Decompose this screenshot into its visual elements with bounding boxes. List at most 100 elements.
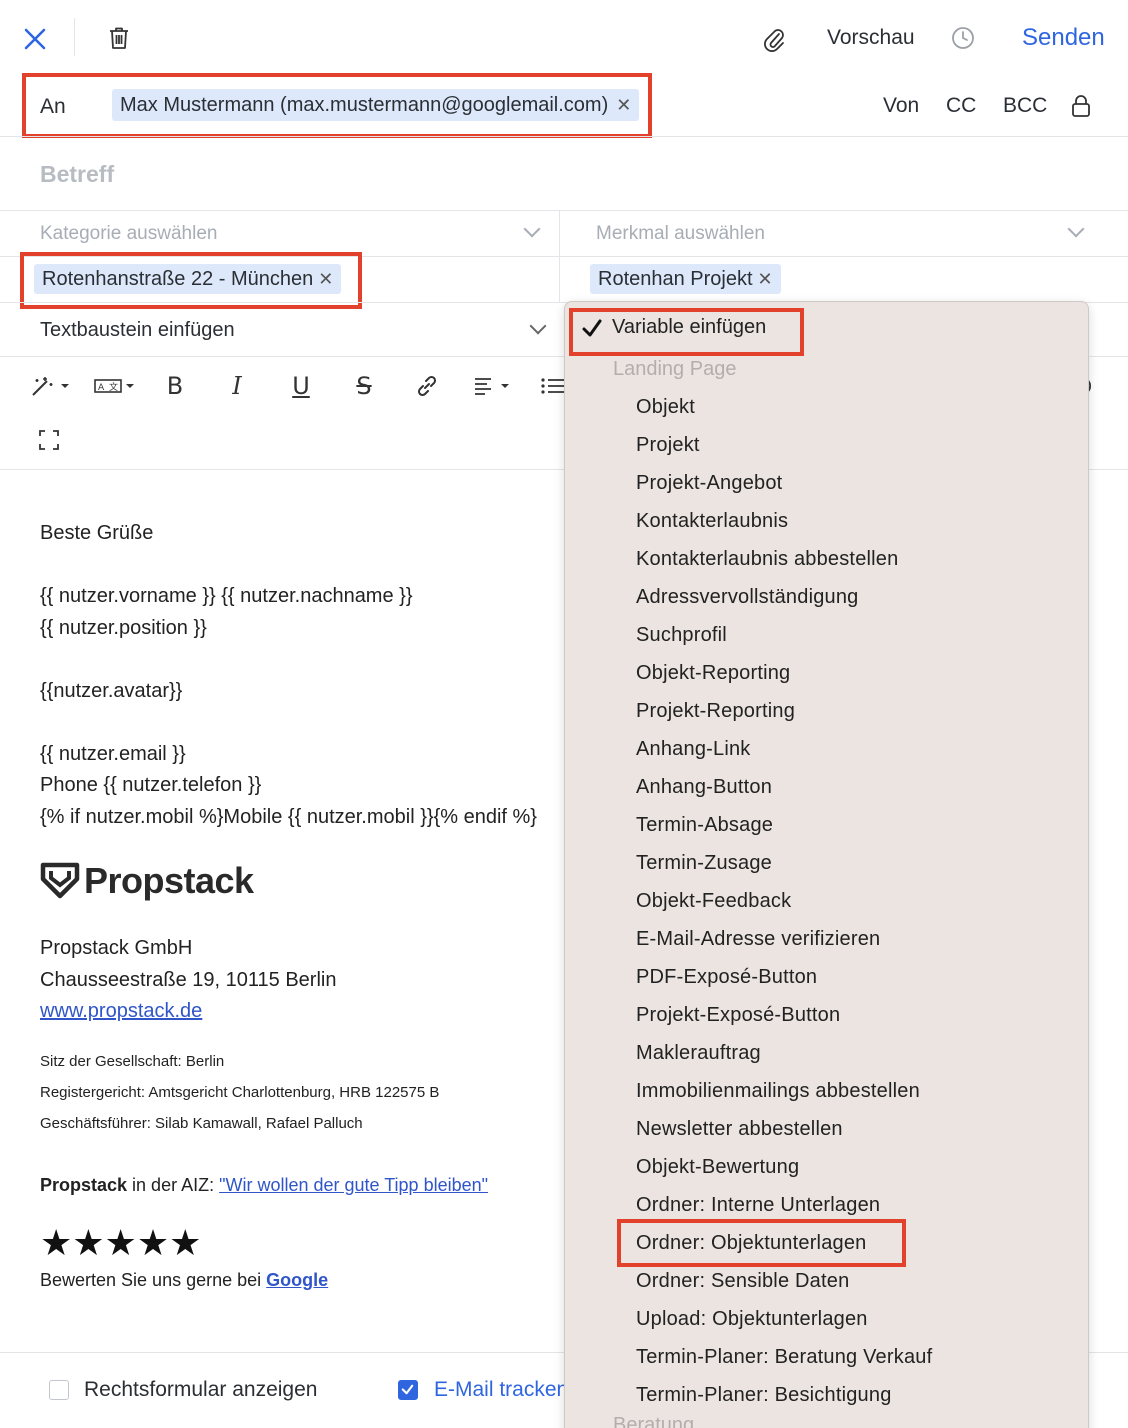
bcc-button[interactable]: BCC xyxy=(1003,94,1047,118)
dropdown-item[interactable]: Objekt-Reporting xyxy=(636,662,790,685)
legal-form-checkbox[interactable] xyxy=(49,1380,69,1400)
dropdown-item[interactable]: Termin-Planer: Besichtigung xyxy=(636,1384,892,1407)
underline-button[interactable]: U xyxy=(286,368,316,404)
dropdown-item[interactable]: Projekt xyxy=(636,434,700,457)
dropdown-item[interactable]: E-Mail-Adresse verifizieren xyxy=(636,928,880,951)
link-icon[interactable] xyxy=(410,368,444,404)
preview-button[interactable]: Vorschau xyxy=(827,26,915,50)
dropdown-group-label: Landing Page xyxy=(613,358,737,380)
dropdown-item[interactable]: Projekt-Exposé-Button xyxy=(636,1004,840,1027)
dropdown-item[interactable]: Objekt-Feedback xyxy=(636,890,791,913)
italic-button[interactable]: I xyxy=(222,368,252,404)
dropdown-item[interactable]: Adressvervollständigung xyxy=(636,586,859,609)
remove-recipient-icon[interactable]: ✕ xyxy=(616,95,631,116)
dropdown-item[interactable]: Immobilienmailings abbestellen xyxy=(636,1080,920,1103)
bullet-list-icon[interactable] xyxy=(538,368,564,404)
dropdown-item[interactable]: Anhang-Button xyxy=(636,776,772,799)
dropdown-item[interactable]: PDF-Exposé-Button xyxy=(636,966,817,989)
dropdown-header[interactable]: Variable einfügen xyxy=(581,316,766,339)
dropdown-item[interactable]: Projekt-Reporting xyxy=(636,700,795,723)
bold-button[interactable]: B xyxy=(160,368,190,404)
company-register: Registergericht: Amtsgericht Charlottenb… xyxy=(40,1083,440,1101)
translate-icon[interactable]: A文 xyxy=(92,368,138,404)
dropdown-item[interactable]: Objekt xyxy=(636,396,695,419)
signature-name: {{ nutzer.vorname }} {{ nutzer.nachname … xyxy=(40,585,413,607)
chevron-down-icon xyxy=(523,220,541,238)
website-link[interactable]: www.propstack.de xyxy=(40,1000,202,1022)
category-chip-label: Rotenhanstraße 22 - München xyxy=(42,267,314,290)
propstack-logo-text: Propstack xyxy=(84,860,254,902)
svg-text:文: 文 xyxy=(109,381,118,393)
dropdown-item[interactable]: Objekt-Bewertung xyxy=(636,1156,799,1179)
from-button[interactable]: Von xyxy=(883,94,919,118)
variable-dropdown[interactable]: Variable einfügen Landing Page Objekt Pro… xyxy=(564,301,1089,1428)
remove-category-icon[interactable]: ✕ xyxy=(318,269,333,290)
dropdown-item[interactable]: Upload: Objektunterlagen xyxy=(636,1308,868,1331)
close-icon[interactable] xyxy=(18,22,52,56)
company-seat: Sitz der Gesellschaft: Berlin xyxy=(40,1052,225,1070)
dropdown-item[interactable]: Projekt-Angebot xyxy=(636,472,782,495)
feature-select[interactable]: Merkmal auswählen xyxy=(596,223,765,245)
dropdown-item[interactable]: Ordner: Objektunterlagen xyxy=(636,1232,866,1255)
trash-icon[interactable] xyxy=(104,22,134,54)
dropdown-item[interactable]: Termin-Planer: Beratung Verkauf xyxy=(636,1346,932,1369)
remove-feature-icon[interactable]: ✕ xyxy=(758,269,773,290)
aiz-line: Propstack in der AIZ: "Wir wollen der gu… xyxy=(40,1170,570,1202)
category-select[interactable]: Kategorie auswählen xyxy=(40,223,217,245)
recipient-chip-label: Max Mustermann (max.mustermann@googlemai… xyxy=(120,93,609,116)
chevron-down-icon xyxy=(529,317,547,335)
lock-icon[interactable] xyxy=(1068,92,1094,120)
strikethrough-button[interactable]: S xyxy=(349,368,379,404)
signature-email: {{ nutzer.email }} xyxy=(40,742,186,765)
cc-button[interactable]: CC xyxy=(946,94,976,118)
feature-chip-label: Rotenhan Projekt xyxy=(598,267,753,290)
dropdown-item[interactable]: Maklerauftrag xyxy=(636,1042,761,1065)
fullscreen-icon[interactable] xyxy=(36,426,62,454)
checkmark-icon xyxy=(582,319,602,336)
category-chip[interactable]: Rotenhanstraße 22 - München ✕ xyxy=(34,264,342,294)
align-icon[interactable] xyxy=(470,368,516,404)
magic-wand-icon[interactable] xyxy=(28,368,74,404)
signature-avatar: {{nutzer.avatar}} xyxy=(40,679,183,702)
dropdown-item[interactable]: Anhang-Link xyxy=(636,738,751,761)
clock-icon[interactable] xyxy=(949,24,977,52)
dropdown-item[interactable]: Ordner: Interne Unterlagen xyxy=(636,1194,880,1217)
propstack-logo-icon xyxy=(40,862,80,899)
signature-phone: Phone {{ nutzer.telefon }} xyxy=(40,774,262,796)
tracking-checkbox[interactable] xyxy=(398,1380,418,1400)
dropdown-item[interactable]: Termin-Absage xyxy=(636,814,773,837)
email-body[interactable]: Beste Grüße {{ nutzer.vorname }} {{ nutz… xyxy=(40,518,570,1297)
dropdown-item[interactable]: Suchprofil xyxy=(636,624,727,647)
company-managers: Geschäftsführer: Silab Kamawall, Rafael … xyxy=(40,1114,363,1132)
to-label: An xyxy=(40,95,66,118)
legal-form-label: Rechtsformular anzeigen xyxy=(84,1378,318,1401)
dropdown-item[interactable]: Termin-Zusage xyxy=(636,852,772,875)
divider xyxy=(0,256,1128,257)
rating-stars: ★★★★★ xyxy=(40,1222,202,1263)
propstack-logo: Propstack xyxy=(40,859,570,903)
dropdown-item[interactable]: Kontakterlaubnis xyxy=(636,510,788,533)
aiz-brand: Propstack xyxy=(40,1174,128,1195)
google-review-link[interactable]: Google xyxy=(266,1270,328,1290)
divider xyxy=(0,136,1128,137)
recipient-chip[interactable]: Max Mustermann (max.mustermann@googlemai… xyxy=(112,89,640,121)
column-divider xyxy=(559,211,560,303)
paperclip-icon[interactable] xyxy=(760,24,788,54)
dropdown-header-label: Variable einfügen xyxy=(612,316,767,338)
subject-input[interactable]: Betreff xyxy=(40,161,114,188)
dropdown-item[interactable]: Newsletter abbestellen xyxy=(636,1118,843,1141)
snippet-select[interactable]: Textbaustein einfügen xyxy=(40,319,235,342)
toolbar-divider xyxy=(74,18,75,56)
signature-mobile: {% if nutzer.mobil %}Mobile {{ nutzer.mo… xyxy=(40,805,537,828)
send-button[interactable]: Senden xyxy=(1022,24,1105,52)
dropdown-item[interactable]: Ordner: Sensible Daten xyxy=(636,1270,849,1293)
greeting: Beste Grüße xyxy=(40,522,154,544)
aiz-link[interactable]: "Wir wollen der gute Tipp bleiben" xyxy=(219,1175,488,1195)
divider xyxy=(0,210,1128,211)
review-line: Bewerten Sie uns gerne bei Google xyxy=(40,1263,570,1297)
company-name: Propstack GmbH xyxy=(40,937,193,959)
feature-chip[interactable]: Rotenhan Projekt ✕ xyxy=(590,264,781,294)
svg-text:A: A xyxy=(98,383,105,393)
dropdown-item[interactable]: Kontakterlaubnis abbestellen xyxy=(636,548,898,571)
company-address: Chausseestraße 19, 10115 Berlin xyxy=(40,968,337,991)
